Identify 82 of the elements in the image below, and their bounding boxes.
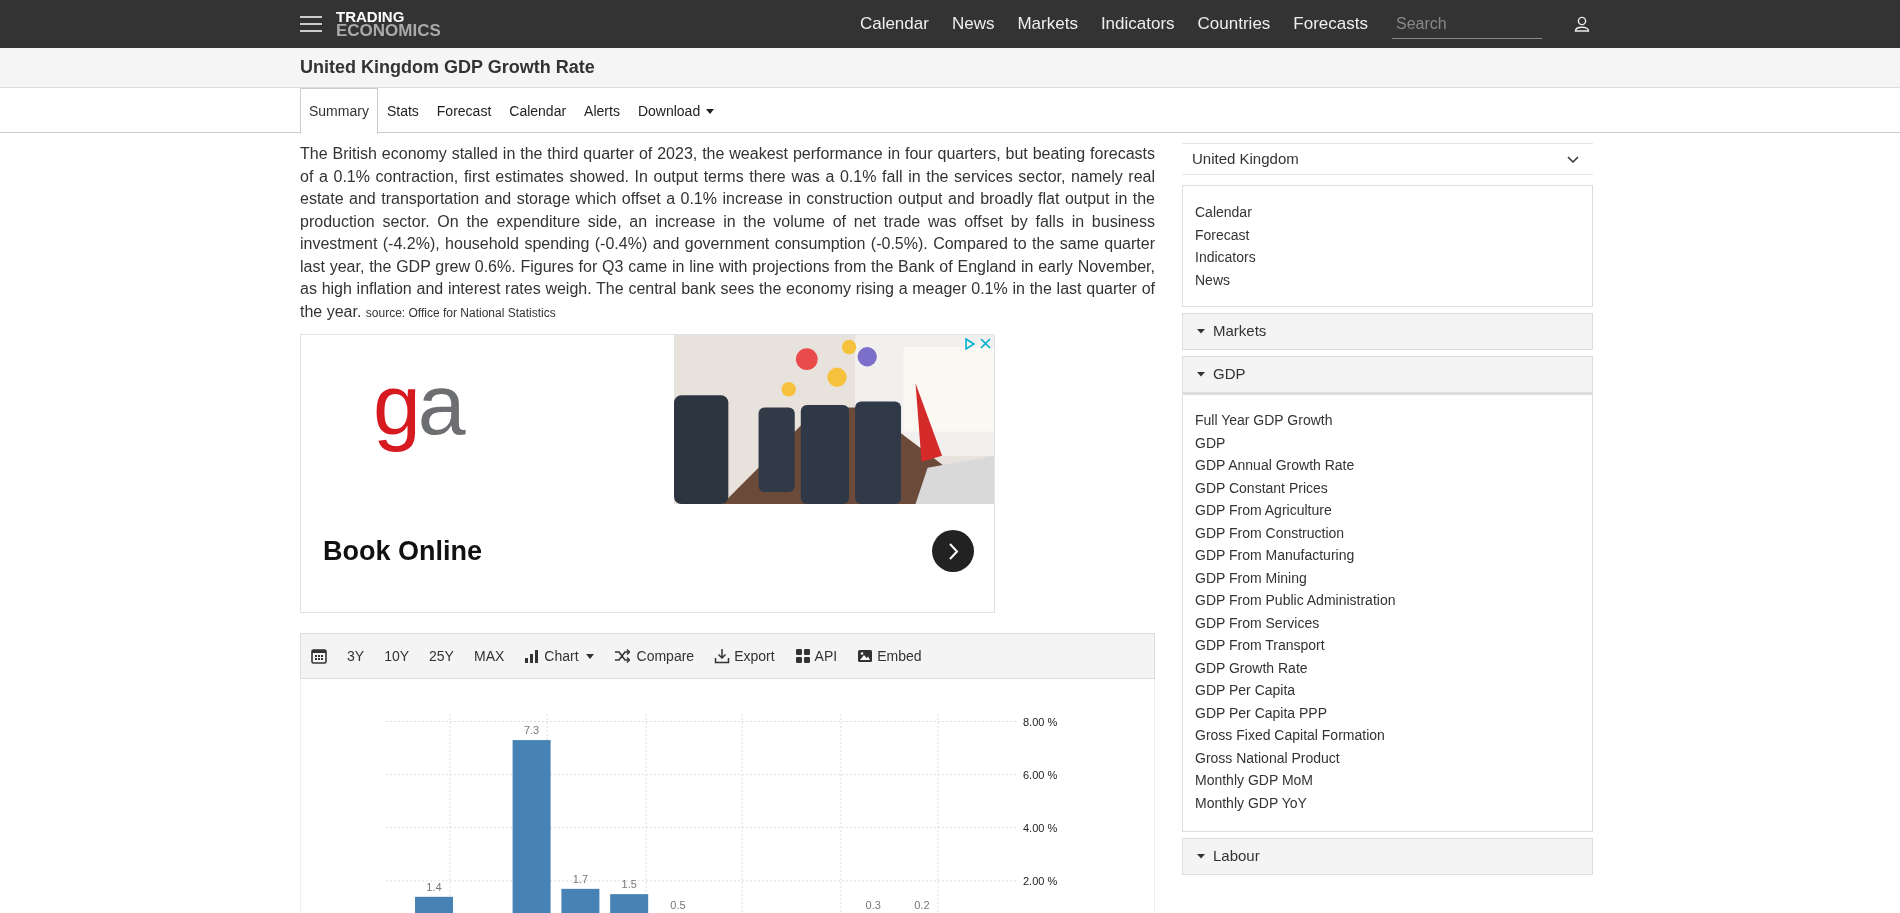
tab[interactable]: Alerts <box>575 88 629 133</box>
sidebar-link[interactable]: News <box>1195 268 1230 291</box>
data-label: 0.5 <box>670 899 686 911</box>
nav-link[interactable]: Calendar <box>859 11 929 37</box>
tab[interactable]: Summary <box>300 88 378 134</box>
tab[interactable]: Stats <box>377 88 428 133</box>
axis-label: 4.00 % <box>1023 821 1058 834</box>
axis-label: 6.00 % <box>1023 768 1058 781</box>
tab[interactable]: Calendar <box>500 88 576 133</box>
sidebar-link[interactable]: GDP Per Capita PPP <box>1195 701 1328 724</box>
tab[interactable]: Forecast <box>427 88 501 133</box>
sidebar-link[interactable]: Forecast <box>1195 223 1250 246</box>
section-header[interactable]: GDP <box>1182 356 1593 393</box>
range-button[interactable]: 10Y <box>376 641 418 671</box>
sidebar-link[interactable]: GDP From Services <box>1195 611 1320 634</box>
sidebar-link[interactable]: Gross National Product <box>1195 746 1340 769</box>
bar <box>415 896 453 913</box>
image-icon <box>857 648 874 664</box>
chart-menu-button[interactable]: Chart <box>516 641 602 671</box>
sidebar-link[interactable]: Calendar <box>1195 201 1252 224</box>
sidebar-link[interactable]: GDP Per Capita <box>1195 679 1296 702</box>
sidebar-link[interactable]: GDP From Manufacturing <box>1195 544 1355 567</box>
bar <box>561 888 600 913</box>
chevron-down-icon <box>1567 155 1579 163</box>
range-button[interactable]: 3Y <box>339 641 373 671</box>
sidebar-link[interactable]: Indicators <box>1195 246 1256 269</box>
search-field[interactable]: Search <box>1392 9 1542 39</box>
ad-headline: Book Online <box>323 534 482 568</box>
nav-link[interactable]: News <box>951 11 995 37</box>
data-label: 1.5 <box>621 878 637 891</box>
sidebar-link[interactable]: Gross Fixed Capital Formation <box>1195 724 1385 747</box>
data-label: 1.4 <box>426 880 442 893</box>
axis-label: 2.00 % <box>1023 874 1058 887</box>
next-button[interactable] <box>932 530 974 572</box>
country-select[interactable]: United Kingdom <box>1182 143 1593 175</box>
caret-icon <box>1197 854 1205 859</box>
data-label: 7.3 <box>523 724 540 737</box>
api-button[interactable]: API <box>786 641 846 671</box>
sidebar-link[interactable]: GDP Growth Rate <box>1195 656 1308 679</box>
nav-link[interactable]: Indicators <box>1100 11 1175 37</box>
sidebar-link[interactable]: GDP From Agriculture <box>1195 499 1332 522</box>
menu-icon[interactable] <box>300 16 322 32</box>
ad-logo: ga <box>372 354 465 454</box>
sidebar-link[interactable]: GDP Constant Prices <box>1195 476 1328 499</box>
page-title: United Kingdom GDP Growth Rate <box>300 56 595 79</box>
caret-icon <box>1197 372 1205 377</box>
caret-icon <box>585 653 594 659</box>
sidebar-link[interactable]: GDP From Construction <box>1195 521 1345 544</box>
data-label: 1.7 <box>572 872 589 885</box>
nav-link[interactable]: Markets <box>1017 11 1078 37</box>
caret-icon <box>1197 329 1205 334</box>
user-icon[interactable] <box>1574 16 1590 32</box>
sidebar-link[interactable]: GDP From Public Administration <box>1195 589 1396 612</box>
chevron-right-icon <box>947 542 959 560</box>
summary-text: The British economy stalled in the third quarter of 2023, the weakest performance in four quarters, but beating forecasts of a 0.1% contraction, first estimates showed. In output terms there was a 0.1% fall in the services sector, namely real estate and transportation and storage which offset a 0.1% increase in construction output and broadly flat output in the production sector. On the expenditure side, an increase in the volume of net trade was offset by falls in business investment (-4.2%), household spending (-0.4%) and government consumption (-0.5%). Compared to the same quarter last year, the GDP grew 0.6%. Figures for Q3 came in line with projections from the Bank of England in early November, as high inflation and interest rates weigh. The central bank sees the economy rising a meager 0.1% in the last quarter of the year. source: Office for National Statistics <box>300 144 1155 322</box>
bar <box>610 894 649 913</box>
data-label: 0.3 <box>865 899 881 911</box>
axis-label: 8.00 % <box>1023 715 1058 728</box>
nav-link[interactable]: Forecasts <box>1293 11 1368 37</box>
grid-icon <box>794 648 811 664</box>
logo[interactable]: TRADING ECONOMICS <box>336 10 441 38</box>
export-button[interactable]: Export <box>706 641 783 671</box>
range-button[interactable]: 25Y <box>421 641 462 671</box>
section-header[interactable]: Markets <box>1182 313 1593 350</box>
sidebar-link[interactable]: GDP From Mining <box>1195 566 1307 589</box>
sidebar-link[interactable]: Full Year GDP Growth <box>1195 409 1333 432</box>
sidebar-link[interactable]: GDP Annual Growth Rate <box>1195 454 1355 477</box>
bar-chart-icon <box>524 648 541 664</box>
sidebar-link[interactable]: Monthly GDP YoY <box>1195 791 1307 814</box>
download-icon <box>714 648 731 664</box>
range-button[interactable]: MAX <box>465 641 513 671</box>
sidebar-link[interactable]: GDP From Transport <box>1195 634 1325 657</box>
compare-button[interactable]: Compare <box>605 641 703 671</box>
embed-button[interactable]: Embed <box>849 641 930 671</box>
nav-link[interactable]: Countries <box>1197 11 1271 37</box>
sidebar-link[interactable]: Monthly GDP MoM <box>1195 769 1313 792</box>
data-label: 0.2 <box>914 899 930 911</box>
calendar-icon[interactable] <box>311 648 327 664</box>
shuffle-icon <box>613 648 630 664</box>
sidebar-link[interactable]: GDP <box>1195 431 1226 454</box>
section-header[interactable]: Labour <box>1182 838 1593 875</box>
tab[interactable]: Download <box>628 88 724 133</box>
